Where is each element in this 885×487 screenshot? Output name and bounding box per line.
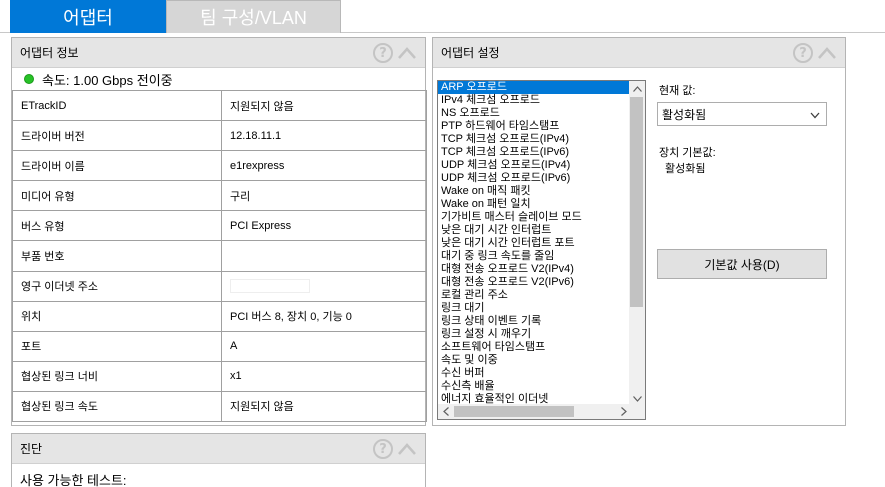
status-dot-icon: [24, 74, 34, 84]
list-item[interactable]: 소프트웨어 타임스탬프: [438, 341, 632, 354]
list-item[interactable]: 기가비트 매스터 슬레이브 모드: [438, 211, 632, 224]
horizontal-scrollbar[interactable]: [438, 404, 632, 419]
chevron-up-icon[interactable]: [397, 439, 417, 459]
chevron-up-icon[interactable]: [817, 43, 837, 63]
list-item[interactable]: UDP 체크섬 오프로드(IPv4): [438, 159, 632, 172]
info-key: ETrackID: [12, 89, 222, 122]
list-item[interactable]: ARP 오프로드: [438, 81, 632, 94]
info-key: 포트: [12, 330, 222, 362]
list-item[interactable]: TCP 체크섬 오프로드(IPv6): [438, 146, 632, 159]
diagnostics-panel: 진단 ? 사용 가능한 테스트:: [11, 433, 426, 487]
table-row: 미디어 유형 구리: [12, 180, 427, 212]
list-item[interactable]: 속도 및 이중: [438, 354, 632, 367]
list-item[interactable]: 수신측 배율: [438, 380, 632, 393]
info-value: A: [221, 330, 427, 362]
list-item[interactable]: NS 오프로드: [438, 107, 632, 120]
tab-teaming-vlan[interactable]: 팀 구성/VLAN: [166, 0, 341, 33]
list-item[interactable]: 대형 전송 오프로드 V2(IPv6): [438, 276, 632, 289]
list-item[interactable]: IPv4 체크섬 오프로드: [438, 94, 632, 107]
device-default-value: 활성화됨: [665, 163, 706, 175]
table-row: 영구 이더넷 주소: [12, 270, 427, 302]
current-value-dropdown[interactable]: 활성화됨: [657, 102, 827, 126]
device-default-label: 장치 기본값:: [659, 147, 716, 159]
list-item[interactable]: 링크 대기: [438, 302, 632, 315]
info-value: e1rexpress: [221, 150, 427, 182]
tab-adapter[interactable]: 어댑터: [10, 0, 166, 33]
info-key: 미디어 유형: [12, 180, 222, 212]
table-row: 드라이버 이름 e1rexpress: [12, 150, 427, 182]
info-value: x1: [221, 360, 427, 392]
info-value: 지원되지 않음: [221, 89, 427, 122]
table-row: 협상된 링크 속도 지원되지 않음: [12, 390, 427, 423]
diagnostics-title: 진단: [20, 442, 43, 456]
adapter-settings-header: 어댑터 설정 ?: [433, 38, 845, 68]
table-row: 버스 유형 PCI Express: [12, 210, 427, 242]
list-item[interactable]: Wake on 매직 패킷: [438, 185, 632, 198]
settings-list-items[interactable]: ARP 오프로드 IPv4 체크섬 오프로드 NS 오프로드 PTP 하드웨어 타임스…: [438, 81, 632, 406]
list-item[interactable]: 낮은 대기 시간 인터럽트 포트: [438, 237, 632, 250]
info-key: 버스 유형: [12, 210, 222, 242]
info-value: 12.18.11.1: [221, 120, 427, 152]
list-item[interactable]: TCP 체크섬 오프로드(IPv4): [438, 133, 632, 146]
info-value: PCI Express: [221, 210, 427, 242]
chevron-down-icon: [810, 108, 820, 122]
list-item[interactable]: 대기 중 링크 속도를 줄임: [438, 250, 632, 263]
scrollbar-corner: [629, 404, 645, 419]
chevron-up-icon[interactable]: [397, 43, 417, 63]
table-row: 드라이버 버전 12.18.11.1: [12, 120, 427, 152]
list-item[interactable]: PTP 하드웨어 타임스탬프: [438, 120, 632, 133]
list-item[interactable]: 링크 설정 시 깨우기: [438, 328, 632, 341]
list-item[interactable]: 로컬 관리 주소: [438, 289, 632, 302]
info-key: 드라이버 버전: [12, 120, 222, 152]
scroll-up-icon[interactable]: [629, 81, 645, 96]
list-item[interactable]: 수신 버퍼: [438, 367, 632, 380]
current-value-text: 활성화됨: [662, 107, 707, 122]
info-value: PCI 버스 8, 장치 0, 기능 0: [221, 300, 427, 332]
help-icon[interactable]: ?: [793, 43, 813, 63]
info-key: 위치: [12, 300, 222, 332]
list-item[interactable]: 링크 상태 이벤트 기록: [438, 315, 632, 328]
list-item[interactable]: 대형 전송 오프로드 V2(IPv4): [438, 263, 632, 276]
use-default-button[interactable]: 기본값 사용(D): [657, 249, 827, 279]
tab-bar: 어댑터 팀 구성/VLAN: [0, 0, 885, 33]
adapter-settings-panel: 어댑터 설정 ? ARP 오프로드 IPv4 체크섬 오프로드 NS 오프로드 PTP…: [432, 37, 846, 426]
link-speed-status: 속도: 1.00 Gbps 전이중: [12, 68, 425, 90]
help-icon[interactable]: ?: [373, 439, 393, 459]
adapter-info-panel: 어댑터 정보 ? 속도: 1.00 Gbps 전이중 ETrackID 지원되지 …: [11, 37, 427, 426]
info-key: 드라이버 이름: [12, 150, 222, 182]
adapter-info-table: ETrackID 지원되지 않음 드라이버 버전 12.18.11.1 드라이버 이…: [12, 89, 427, 423]
info-key: 협상된 링크 속도: [12, 390, 222, 423]
link-speed-text: 속도: 1.00 Gbps 전이중: [42, 72, 173, 88]
scroll-left-icon[interactable]: [438, 404, 454, 419]
vertical-scrollbar[interactable]: [629, 81, 645, 406]
current-value-label: 현재 값:: [659, 85, 696, 97]
list-item[interactable]: Wake on 패턴 일치: [438, 198, 632, 211]
info-key: 협상된 링크 너비: [12, 360, 222, 392]
vertical-scroll-thumb[interactable]: [630, 97, 643, 307]
help-icon[interactable]: ?: [373, 43, 393, 63]
redacted-mac-address: [230, 279, 310, 294]
diagnostics-header: 진단 ?: [12, 434, 425, 464]
adapter-settings-title: 어댑터 설정: [441, 46, 500, 60]
settings-listbox[interactable]: ARP 오프로드 IPv4 체크섬 오프로드 NS 오프로드 PTP 하드웨어 타임스…: [437, 80, 646, 420]
info-value: 지원되지 않음: [221, 390, 427, 423]
horizontal-scroll-thumb[interactable]: [454, 406, 574, 417]
available-tests-label: 사용 가능한 테스트:: [20, 473, 127, 487]
info-value: 구리: [221, 180, 427, 212]
table-row: 부품 번호: [12, 240, 427, 272]
table-row: 위치 PCI 버스 8, 장치 0, 기능 0: [12, 300, 427, 332]
table-row: ETrackID 지원되지 않음: [12, 89, 427, 122]
adapter-info-title: 어댑터 정보: [20, 46, 79, 60]
info-key: 부품 번호: [12, 240, 222, 272]
list-item[interactable]: 낮은 대기 시간 인터럽트: [438, 224, 632, 237]
info-value: [221, 240, 427, 272]
info-key: 영구 이더넷 주소: [12, 270, 222, 302]
table-row: 협상된 링크 너비 x1: [12, 360, 427, 392]
adapter-info-header: 어댑터 정보 ?: [12, 38, 425, 68]
list-item[interactable]: UDP 체크섬 오프로드(IPv6): [438, 172, 632, 185]
table-row: 포트 A: [12, 330, 427, 362]
info-value: [221, 270, 427, 302]
